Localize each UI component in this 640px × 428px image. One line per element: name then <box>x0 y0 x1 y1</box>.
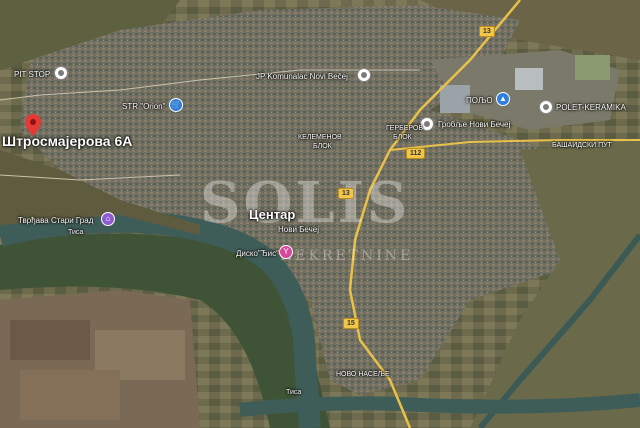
label-tardjava: Тврђава Стари Град <box>18 216 94 225</box>
label-kelemenov-blok: БЛОК <box>313 143 332 150</box>
label-kelemenov: КЕЛЕМЕНОВ <box>298 134 342 141</box>
road-shield-15: 15 <box>343 318 359 329</box>
label-gerberov-blok: БЛОК <box>393 134 412 141</box>
pit-stop-pin-icon[interactable] <box>54 66 68 80</box>
label-tisa-west: Тиса <box>68 229 84 236</box>
label-disko: Диско"Ђис" <box>236 249 279 258</box>
museum-pin-icon[interactable]: ⌂ <box>101 212 115 226</box>
jp-komunalac-pin-icon[interactable] <box>357 68 371 82</box>
label-centar: Центар <box>249 207 296 222</box>
map-canvas[interactable]: SOLIS NEKRETNINE 13 112 13 15 PIT STOP J… <box>0 0 640 428</box>
label-pit-stop: PIT STOP <box>14 70 51 79</box>
label-novo-naselje: НОВО НАСЕЉЕ <box>336 371 390 378</box>
label-str-orion: STR "Orion" <box>122 102 166 111</box>
cocktail-pin-icon[interactable]: Y <box>279 245 293 259</box>
label-poljo: ПОЉО <box>466 96 493 105</box>
label-gerberov: ГЕРБЕРОВ <box>386 125 424 132</box>
label-polet-keramika: POLET-KERAMIKA <box>556 103 626 112</box>
label-bashaidski-put: БАШАИДСКИ ПУТ <box>552 142 612 149</box>
label-tisa-south: Тиса <box>286 389 302 396</box>
label-groblje: Гробље Нови Бечеј <box>438 120 511 129</box>
mall-pin-icon[interactable]: ▲ <box>496 92 510 106</box>
road-shield-13-north: 13 <box>479 26 495 37</box>
road-shield-112: 112 <box>406 148 426 159</box>
watermark-subtitle: NEKRETNINE <box>280 248 414 264</box>
label-novi-becej: Нови Бечеј <box>278 225 319 234</box>
shop-pin-icon[interactable]: 🛒 <box>169 98 183 112</box>
address-label: Штросмајерова 6А <box>2 133 133 149</box>
label-jp-komunalac: JP Komunalac Novi Bečej <box>256 72 348 81</box>
polet-keramika-pin-icon[interactable] <box>539 100 553 114</box>
road-shield-13-center: 13 <box>338 188 354 199</box>
